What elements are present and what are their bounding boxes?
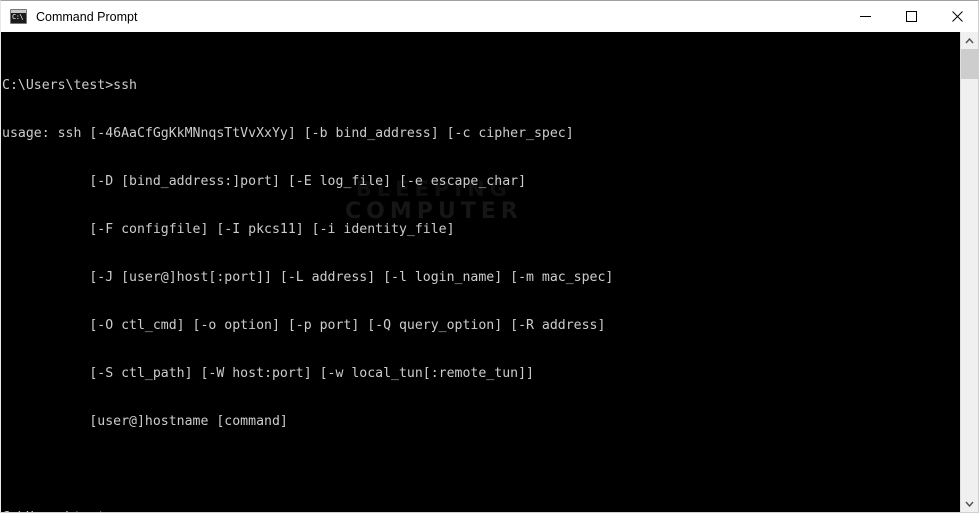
terminal-line: [-F configfile] [-I pkcs11] [-i identity… [2, 222, 455, 237]
maximize-icon [905, 11, 917, 22]
terminal-line: [user@]hostname [command] [2, 414, 288, 429]
console-area[interactable]: BLEEPING COMPUTER C:\Users\test>ssh usag… [1, 32, 978, 512]
console-icon-glyph: C:\ [12, 13, 24, 21]
prompt-text: C:\Users\test> [2, 510, 113, 512]
minimize-icon [859, 16, 871, 17]
console-text-surface[interactable]: C:\Users\test>ssh usage: ssh [-46AaCfGgK… [1, 32, 962, 512]
caption-buttons [842, 1, 978, 32]
close-button[interactable] [934, 1, 978, 32]
terminal-line: usage: ssh [-46AaCfGgKkMNnqsTtVvXxYy] [-… [2, 126, 574, 141]
scrollbar-track[interactable] [961, 79, 978, 495]
scroll-down-button[interactable] [961, 495, 978, 512]
terminal-line: [-O ctl_cmd] [-o option] [-p port] [-Q q… [2, 318, 606, 333]
terminal-line: [-D [bind_address:]port] [-E log_file] [… [2, 174, 527, 189]
terminal-prompt-line: C:\Users\test> [2, 510, 962, 512]
maximize-button[interactable] [888, 1, 934, 32]
scroll-up-button[interactable] [961, 32, 978, 49]
chevron-up-icon [965, 37, 974, 43]
terminal-line: [-J [user@]host[:port]] [-L address] [-l… [2, 270, 614, 285]
minimize-button[interactable] [842, 1, 888, 32]
vertical-scrollbar[interactable] [960, 32, 978, 512]
terminal-output: C:\Users\test>ssh usage: ssh [-46AaCfGgK… [2, 46, 962, 512]
title-bar[interactable]: C:\ Command Prompt [1, 1, 978, 32]
close-icon [951, 11, 963, 22]
terminal-line: C:\Users\test>ssh [2, 78, 137, 93]
title-bar-left: C:\ Command Prompt [1, 9, 842, 24]
window-title: Command Prompt [36, 9, 138, 24]
text-cursor [113, 510, 121, 512]
scrollbar-thumb[interactable] [961, 49, 978, 79]
command-prompt-window: C:\ Command Prompt BLEEPING COMPUTER C:\… [0, 0, 979, 513]
console-icon: C:\ [10, 9, 27, 24]
chevron-down-icon [965, 501, 974, 507]
terminal-line: [-S ctl_path] [-W host:port] [-w local_t… [2, 366, 534, 381]
